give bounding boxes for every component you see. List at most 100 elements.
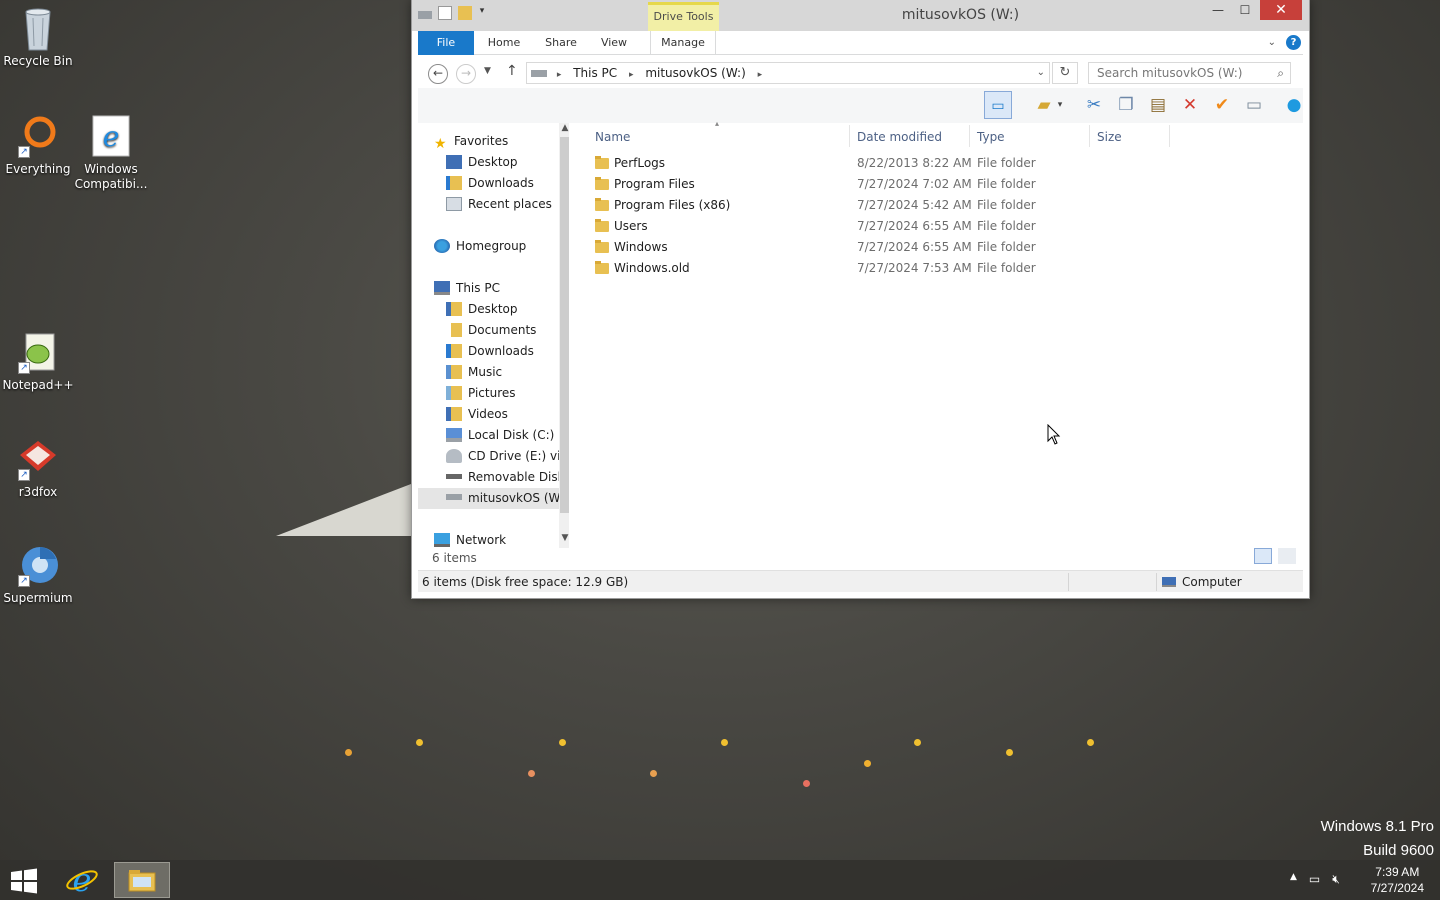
nav-fav-recent-places[interactable]: Recent places — [446, 194, 569, 215]
explorer-window[interactable]: ▾ Drive Tools mitusovkOS (W:) — ☐ ✕ File… — [411, 0, 1310, 599]
scroll-down-icon[interactable]: ▼ — [559, 533, 569, 543]
minimize-button[interactable]: — — [1205, 0, 1231, 20]
navigation-pane[interactable]: ★ Favorites Desktop Downloads Recent plac… — [418, 123, 569, 548]
rename-icon[interactable]: ✔ — [1208, 91, 1236, 119]
tab-home[interactable]: Home — [478, 31, 530, 55]
desktop-icon-notepadpp[interactable]: ↗ Notepad++ — [0, 330, 76, 393]
desktop-icon-everything[interactable]: ↗ Everything — [0, 114, 76, 177]
notepadpp-icon: ↗ — [16, 330, 60, 374]
file-row[interactable]: Windows.old 7/27/2024 7:53 AM File folde… — [587, 258, 1107, 279]
column-header-name[interactable]: Name — [587, 127, 845, 147]
computer-icon — [1162, 577, 1176, 587]
everything-icon: ↗ — [16, 114, 60, 158]
tab-view[interactable]: View — [592, 31, 636, 55]
nav-pc-music[interactable]: Music — [446, 362, 569, 383]
folder-icon — [595, 198, 609, 211]
file-row[interactable]: Users 7/27/2024 6:55 AM File folder — [587, 216, 1107, 237]
globe-icon[interactable]: ● — [1280, 91, 1308, 119]
forward-button[interactable]: → — [456, 64, 476, 84]
volume-muted-icon[interactable]: 🔇︎ — [1332, 872, 1340, 887]
file-explorer-icon — [128, 870, 156, 892]
properties-icon[interactable]: ▭ — [1240, 91, 1268, 119]
desktop-icon-supermium[interactable]: ↗ Supermium — [0, 543, 76, 606]
nav-mitusovkos-w[interactable]: mitusovkOS (W:) — [418, 488, 559, 509]
column-header-type[interactable]: Type — [969, 127, 1087, 147]
close-button[interactable]: ✕ — [1260, 0, 1302, 20]
taskbar-file-explorer[interactable] — [114, 862, 170, 898]
network-icon[interactable]: ▭ — [1309, 872, 1320, 887]
help-icon[interactable]: ? — [1286, 35, 1301, 50]
nav-cd-drive-e[interactable]: CD Drive (E:) virti — [446, 446, 569, 467]
new-folder-dropdown-icon[interactable]: ▾ — [1054, 91, 1066, 119]
taskbar-internet-explorer[interactable]: e — [54, 861, 110, 899]
tab-manage[interactable]: Manage — [650, 31, 716, 55]
nav-favorites[interactable]: ★ Favorites — [434, 131, 569, 152]
clock[interactable]: 7:39 AM 7/27/2024 — [1371, 864, 1424, 896]
tab-share[interactable]: Share — [536, 31, 586, 55]
navigation-bar: ← → ▼ ↑ ▸ This PC ▸ mitusovkOS (W:) ▸ ⌄ … — [418, 58, 1303, 88]
nav-pc-videos[interactable]: Videos — [446, 404, 569, 425]
desktop-icon-label: Recycle Bin — [3, 54, 73, 68]
copy-icon[interactable]: ❐ — [1112, 91, 1140, 119]
paste-icon[interactable]: ▤ — [1144, 91, 1172, 119]
desktop-icon-recycle-bin[interactable]: Recycle Bin — [0, 6, 76, 69]
desktop-icon-r3dfox[interactable]: ↗ r3dfox — [0, 437, 76, 500]
cut-icon[interactable]: ✂ — [1080, 91, 1108, 119]
column-header-date-modified[interactable]: Date modified — [849, 127, 967, 147]
layout-pane-icon[interactable]: ▭ — [984, 91, 1012, 119]
svg-text:e: e — [73, 862, 92, 898]
drive-icon — [531, 70, 547, 77]
nav-local-disk-c[interactable]: Local Disk (C:) — [446, 425, 569, 446]
nav-pc-downloads[interactable]: Downloads — [446, 341, 569, 362]
nav-pc-documents[interactable]: Documents — [446, 320, 569, 341]
search-icon: ⌕ — [1277, 66, 1284, 80]
desktop-icon-label: Everything — [5, 162, 71, 176]
file-row[interactable]: Windows 7/27/2024 6:55 AM File folder — [587, 237, 1107, 258]
maximize-button[interactable]: ☐ — [1232, 0, 1258, 20]
taskbar: e ▲ ▭ 🔇︎ 7:39 AM 7/27/2024 — [0, 860, 1440, 900]
folder-icon — [595, 177, 609, 190]
scroll-up-icon[interactable]: ▲ — [559, 123, 569, 133]
nav-scrollbar[interactable]: ▲ ▼ — [559, 123, 569, 548]
supermium-icon: ↗ — [16, 543, 60, 587]
nav-fav-downloads[interactable]: Downloads — [446, 173, 569, 194]
file-row[interactable]: Program Files 7/27/2024 7:02 AM File fol… — [587, 174, 1107, 195]
file-row[interactable]: Program Files (x86) 7/27/2024 5:42 AM Fi… — [587, 195, 1107, 216]
tab-file[interactable]: File — [418, 31, 474, 55]
nav-removable-disk[interactable]: Removable Disk ( — [446, 467, 569, 488]
delete-icon[interactable]: ✕ — [1176, 91, 1204, 119]
nav-fav-desktop[interactable]: Desktop — [446, 152, 569, 173]
recent-locations-button[interactable]: ▼ — [484, 66, 491, 76]
svg-text:e: e — [103, 120, 120, 153]
system-tray: ▲ ▭ 🔇︎ — [1290, 872, 1340, 887]
status-location: Computer — [1182, 575, 1242, 589]
nav-pc-pictures[interactable]: Pictures — [446, 383, 569, 404]
refresh-button[interactable]: ↻ — [1052, 62, 1078, 84]
address-bar[interactable]: ▸ This PC ▸ mitusovkOS (W:) ▸ ⌄ — [526, 62, 1050, 84]
breadcrumb-this-pc[interactable]: This PC — [573, 66, 617, 80]
details-view-icon[interactable] — [1254, 548, 1272, 564]
address-dropdown-icon[interactable]: ⌄ — [1037, 63, 1045, 83]
back-button[interactable]: ← — [428, 64, 448, 84]
breadcrumb-drive[interactable]: mitusovkOS (W:) — [645, 66, 745, 80]
expand-ribbon-icon[interactable]: ⌄ — [1268, 37, 1276, 48]
column-header-size[interactable]: Size — [1089, 127, 1167, 147]
desktop-icon-windows-compatibility[interactable]: e Windows Compatibi... — [73, 114, 149, 192]
nav-network[interactable]: Network — [434, 530, 569, 548]
wallpaper-wedge — [276, 484, 411, 536]
start-button[interactable] — [0, 862, 48, 898]
nav-pc-desktop[interactable]: Desktop — [446, 299, 569, 320]
show-hidden-icons-icon[interactable]: ▲ — [1290, 872, 1297, 887]
nav-this-pc[interactable]: This PC — [434, 278, 569, 299]
recycle-bin-icon — [16, 6, 60, 51]
title-bar[interactable]: ▾ Drive Tools mitusovkOS (W:) — ☐ ✕ — [412, 0, 1309, 31]
large-icons-view-icon[interactable] — [1278, 548, 1296, 564]
up-button[interactable]: ↑ — [506, 63, 518, 79]
file-list[interactable]: ▴ Name Date modified Type Size PerfLogs … — [587, 119, 1303, 543]
search-input[interactable]: Search mitusovkOS (W:) ⌕ — [1088, 62, 1291, 84]
file-row[interactable]: PerfLogs 8/22/2013 8:22 AM File folder — [587, 153, 1107, 174]
internet-explorer-icon: e — [66, 861, 98, 899]
nav-scroll-thumb[interactable] — [560, 137, 569, 513]
nav-homegroup[interactable]: Homegroup — [434, 236, 569, 257]
clock-time: 7:39 AM — [1375, 865, 1420, 879]
